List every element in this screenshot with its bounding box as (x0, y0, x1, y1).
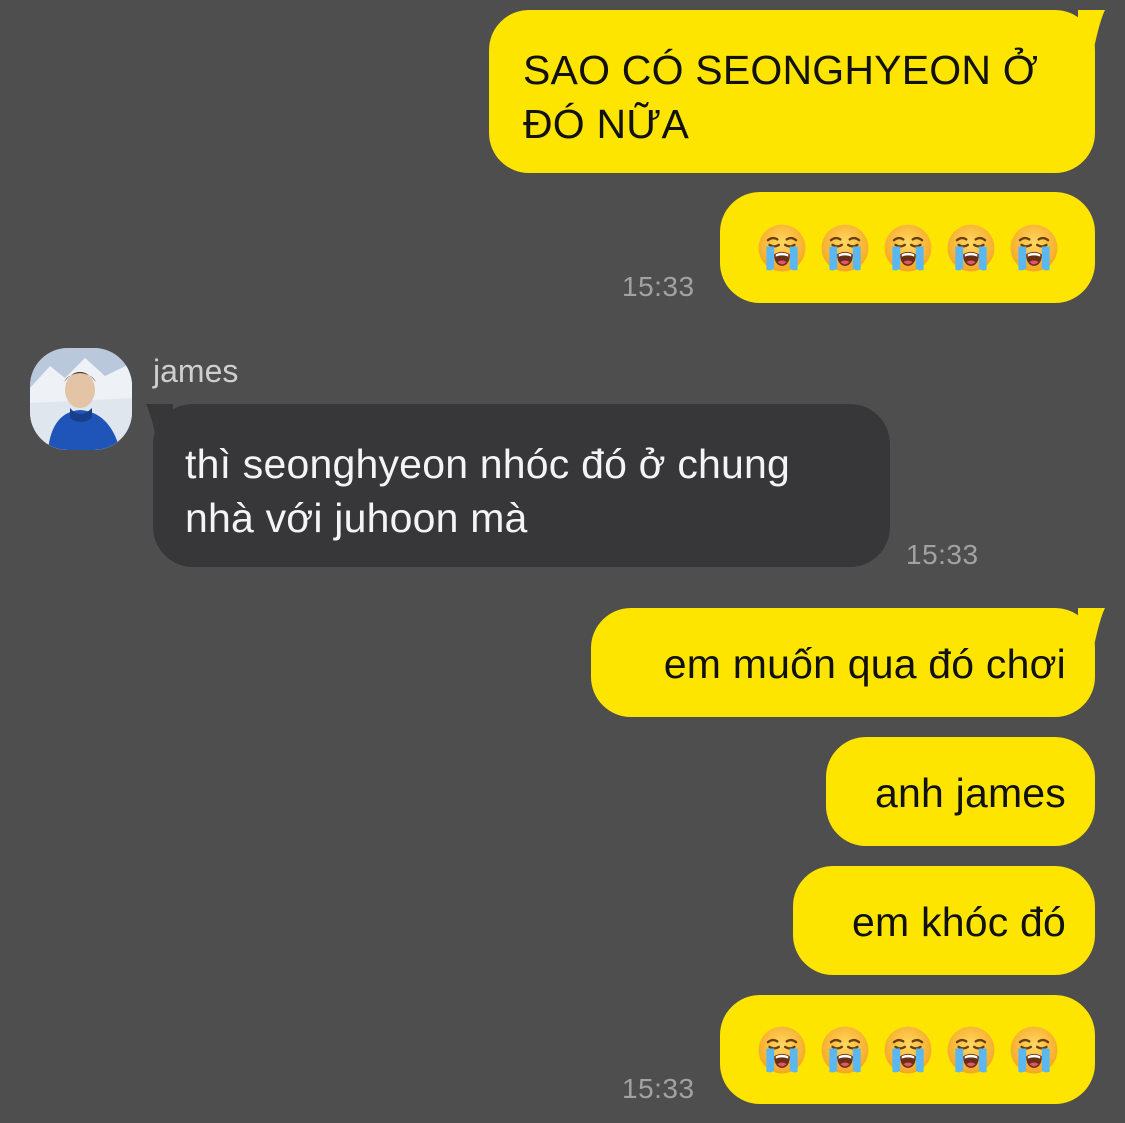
loudly-crying-face-icon (757, 223, 807, 273)
bubble-tail (1078, 10, 1105, 48)
emoji-row (720, 192, 1095, 303)
profile-photo (30, 348, 132, 450)
loudly-crying-face-icon (883, 1025, 933, 1075)
message-text: anh james (875, 770, 1066, 816)
message-bubble-mine[interactable]: SAO CÓ SEONGHYEON Ở ĐÓ NỮA (489, 10, 1095, 173)
chat-room: SAO CÓ SEONGHYEON Ở ĐÓ NỮA 15:33 james t… (0, 0, 1125, 1123)
message-text-line: thì seonghyeon nhóc đó ở chung (185, 441, 791, 487)
loudly-crying-face-icon (1009, 223, 1059, 273)
message-bubble-mine[interactable]: em muốn qua đó chơi (591, 608, 1095, 717)
loudly-crying-face-icon (820, 1025, 870, 1075)
message-timestamp: 15:33 (622, 271, 695, 302)
message-text: em muốn qua đó chơi (663, 641, 1066, 687)
message-timestamp: 15:33 (906, 539, 979, 570)
message-bubble-theirs[interactable]: thì seonghyeon nhóc đó ở chung nhà với j… (153, 404, 890, 567)
bubble-tail (1078, 608, 1105, 646)
message-text-line: ĐÓ NỮA (523, 101, 690, 147)
loudly-crying-face-icon (820, 223, 870, 273)
loudly-crying-face-icon (946, 223, 996, 273)
message-text-line: nhà với juhoon mà (185, 495, 528, 541)
message-bubble-mine[interactable] (720, 192, 1095, 303)
loudly-crying-face-icon (757, 1025, 807, 1075)
message-bubble-mine[interactable]: em khóc đó (793, 866, 1095, 975)
message-bubble-mine[interactable]: anh james (826, 737, 1095, 846)
message-text: em khóc đó (852, 899, 1066, 945)
loudly-crying-face-icon (883, 223, 933, 273)
message-text-line: SAO CÓ SEONGHYEON Ở (523, 47, 1039, 93)
sender-name[interactable]: james (153, 353, 238, 390)
avatar[interactable] (30, 348, 132, 450)
loudly-crying-face-icon (1009, 1025, 1059, 1075)
loudly-crying-face-icon (946, 1025, 996, 1075)
emoji-row (720, 995, 1095, 1104)
message-bubble-mine[interactable] (720, 995, 1095, 1104)
message-timestamp: 15:33 (622, 1073, 695, 1104)
